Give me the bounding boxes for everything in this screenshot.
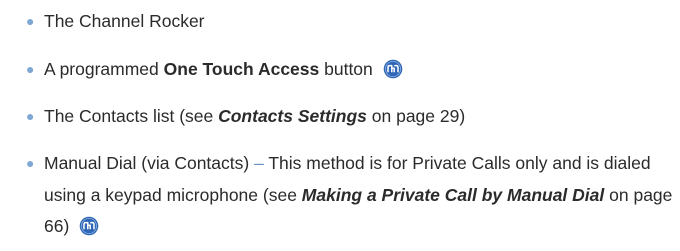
item-text-prefix: A programmed (44, 59, 164, 79)
one-touch-access-icon (79, 216, 99, 236)
contacts-settings-link[interactable]: Contacts Settings (218, 106, 367, 126)
item-text-suffix: button (319, 59, 373, 79)
item-text: The Channel Rocker (44, 11, 205, 31)
one-touch-access-icon (383, 59, 402, 79)
bullet-icon: ● (26, 61, 35, 77)
list-item: ● A programmed One Touch Access button (24, 54, 674, 86)
en-dash: – (254, 153, 264, 173)
bullet-icon: ● (26, 155, 35, 171)
manual-dial-link[interactable]: Making a Private Call by Manual Dial (302, 185, 604, 205)
item-text-suffix: on page 29) (366, 106, 466, 126)
list-item: ● The Contacts list (see Contacts Settin… (24, 101, 674, 133)
one-touch-access-term: One Touch Access (163, 59, 320, 79)
list-item: ● Manual Dial (via Contacts) – This meth… (24, 148, 674, 243)
item-text-prefix: Manual Dial (via Contacts) (44, 153, 255, 173)
list-item: ● The Channel Rocker (24, 6, 674, 38)
item-text-prefix: The Contacts list (see (44, 106, 219, 126)
bullet-icon: ● (26, 13, 35, 29)
bullet-icon: ● (26, 108, 35, 124)
